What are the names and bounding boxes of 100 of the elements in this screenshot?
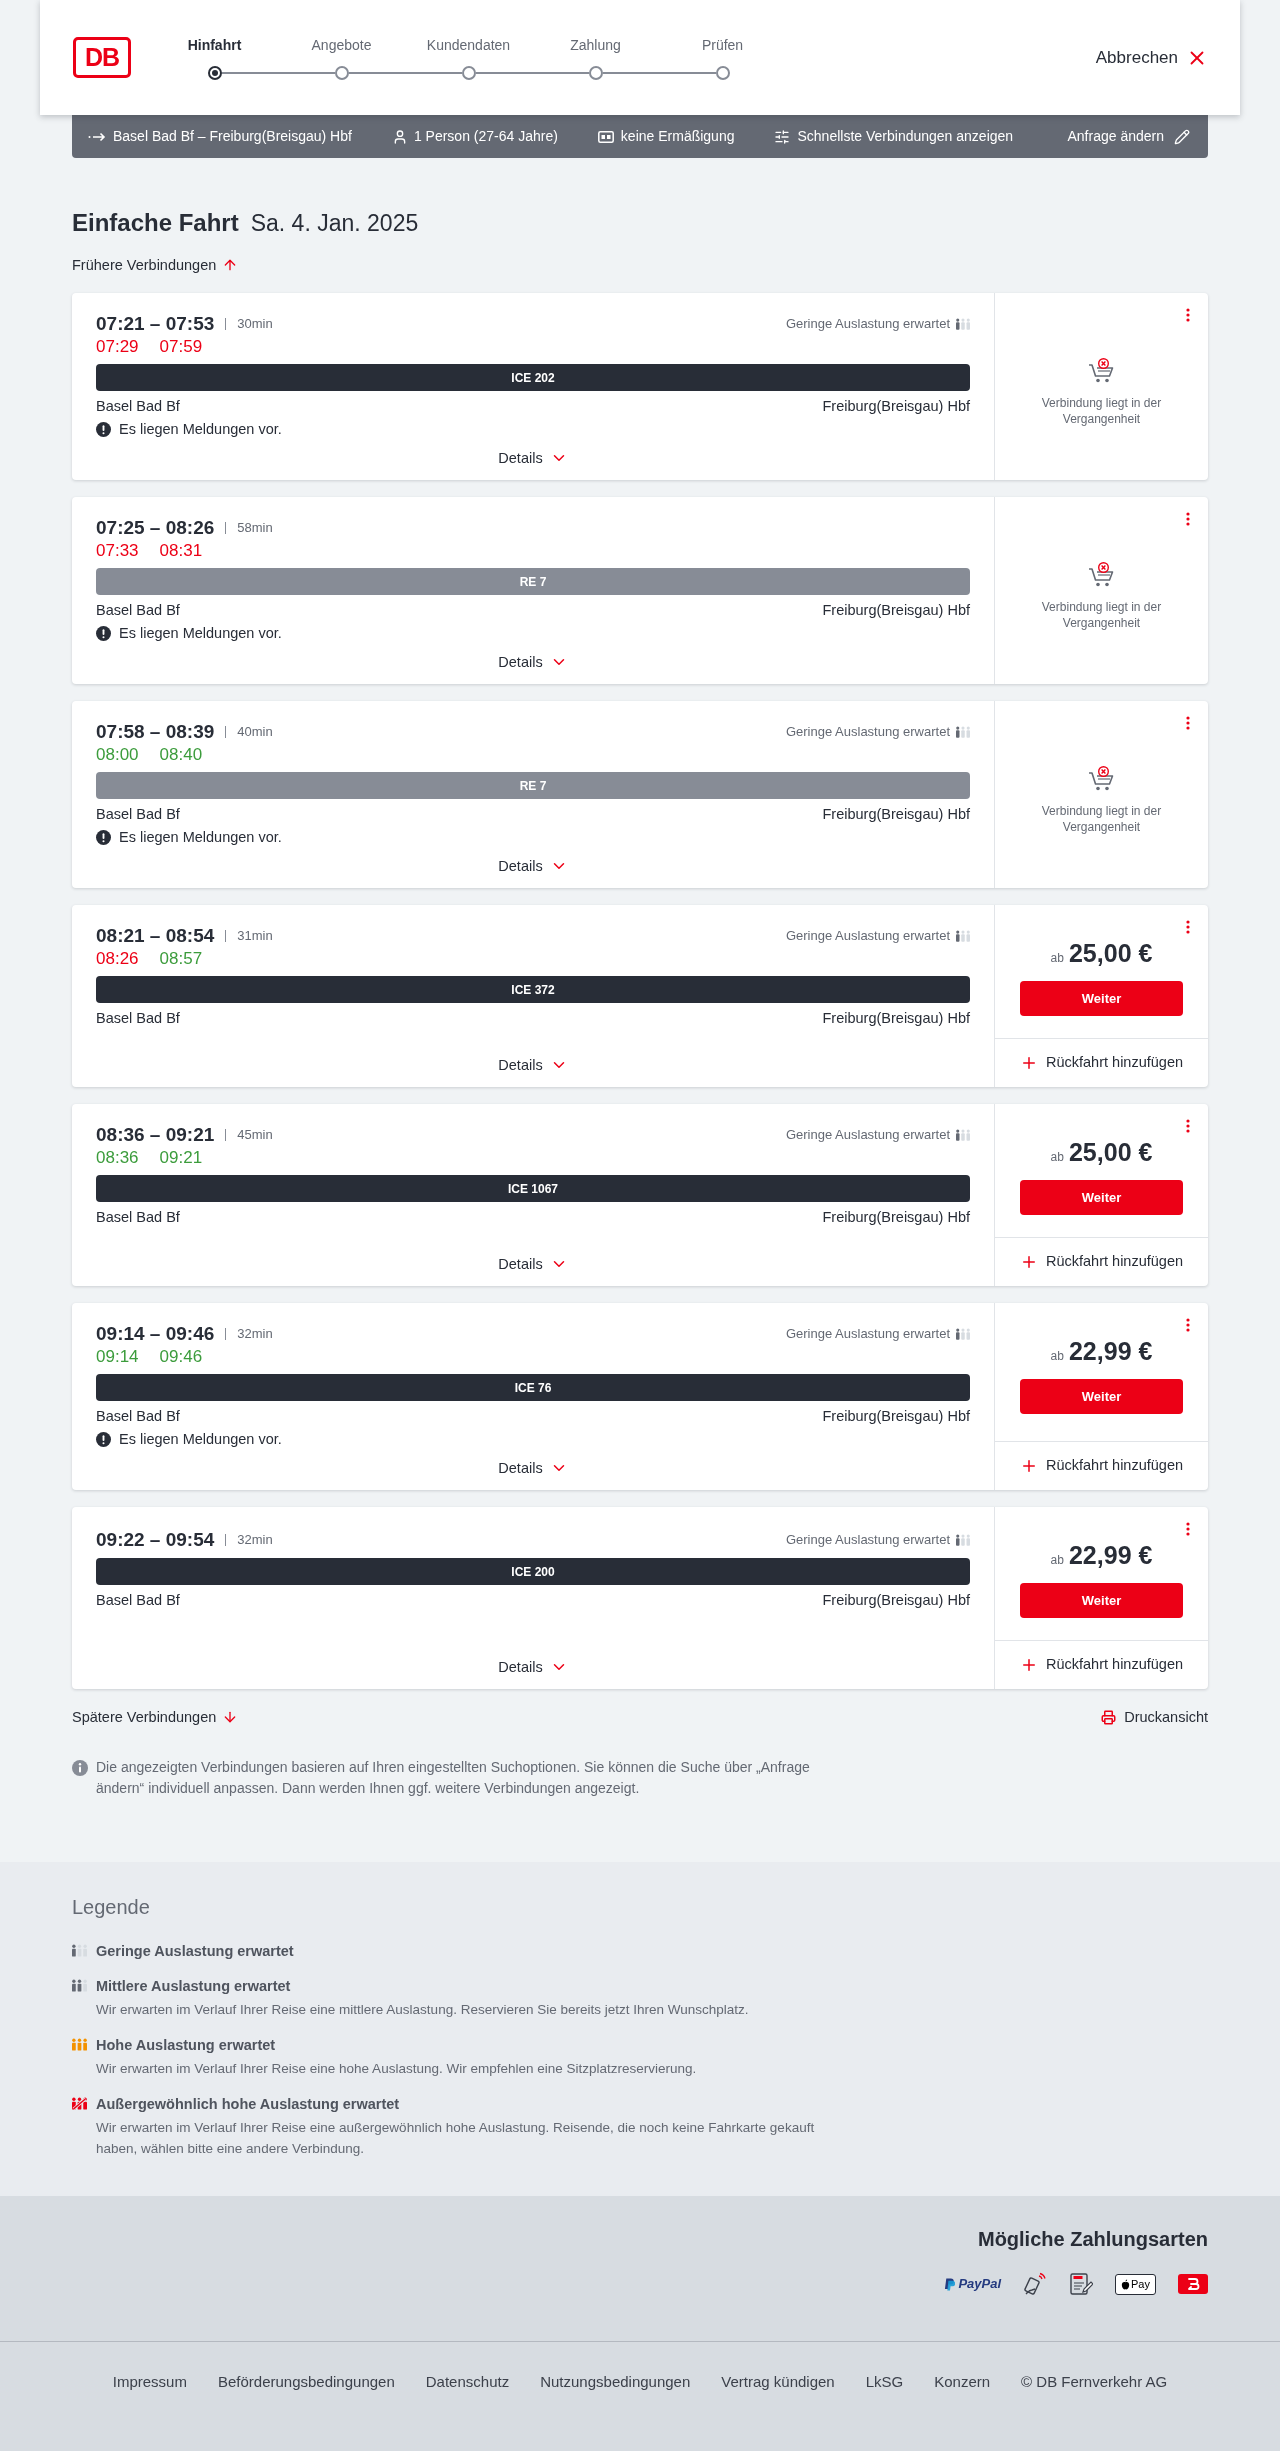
cancel-button[interactable]: Abbrechen — [1095, 44, 1208, 71]
people-icon — [956, 318, 970, 330]
add-return-trip-button[interactable]: Rückfahrt hinzufügen — [995, 1237, 1208, 1286]
departure-station: Basel Bad Bf — [96, 1407, 180, 1426]
journey-duration: 32min — [237, 1325, 273, 1343]
past-connection-note: Verbindung liegt in der Vergangenheit — [1040, 599, 1163, 631]
details-button[interactable]: Details — [498, 1458, 568, 1478]
details-button[interactable]: Details — [498, 1055, 568, 1075]
apple-icon — [1121, 2278, 1131, 2290]
realtime-time: 08:57 — [159, 948, 203, 970]
arrival-station: Freiburg(Breisgau) Hbf — [822, 1208, 970, 1227]
price-prefix: ab — [1050, 1552, 1064, 1569]
details-button[interactable]: Details — [498, 652, 568, 672]
departure-station: Basel Bad Bf — [96, 1009, 180, 1028]
details-button[interactable]: Details — [498, 1657, 568, 1677]
sorting-text: Schnellste Verbindungen anzeigen — [797, 127, 1014, 146]
continue-button[interactable]: Weiter — [1020, 1180, 1183, 1215]
message-text: Es liegen Meldungen vor. — [119, 420, 282, 439]
train-bar: ICE 372 — [96, 976, 970, 1003]
journey-duration: 32min — [237, 1531, 273, 1549]
journey-times: 07:21 – 07:53 — [96, 312, 215, 336]
arrival-station: Freiburg(Breisgau) Hbf — [822, 1009, 970, 1028]
legend-item-description: Wir erwarten im Verlauf Ihrer Reise eine außergewöhnlich hohe Auslastung. Reisende, die noch keine Fahrkarte gekauft haben, wählen bitte eine andere Verbindung. — [96, 2119, 816, 2158]
journey-duration: 58min — [237, 519, 273, 537]
footer-link[interactable]: Impressum — [112, 2372, 187, 2392]
footer-link[interactable]: Nutzungsbedingungen — [540, 2372, 691, 2392]
message-text: Es liegen Meldungen vor. — [119, 828, 282, 847]
journey-duration: 30min — [237, 315, 273, 333]
occupancy-label: Geringe Auslastung erwartet — [785, 1325, 950, 1343]
details-button[interactable]: Details — [498, 1254, 568, 1274]
arrival-station: Freiburg(Breisgau) Hbf — [822, 1591, 970, 1610]
arrival-station: Freiburg(Breisgau) Hbf — [822, 805, 970, 824]
alert-icon — [96, 829, 111, 845]
price: 22,99 € — [1068, 1540, 1153, 1570]
legend-item-description: Wir erwarten im Verlauf Ihrer Reise eine hohe Auslastung. Wir empfehlen eine Sitzplatzreservierung. — [96, 2060, 697, 2078]
price: 22,99 € — [1068, 1336, 1153, 1366]
step-label: Hinfahrt — [187, 36, 242, 55]
edit-request-button[interactable]: Anfrage ändern — [1067, 126, 1190, 147]
price-prefix: ab — [1050, 950, 1064, 967]
details-button[interactable]: Details — [498, 448, 568, 468]
journey-times: 07:58 – 08:39 — [96, 720, 215, 744]
people-icon — [956, 930, 970, 942]
page-title: Einfache Fahrt — [72, 208, 239, 238]
print-view-link[interactable]: Druckansicht — [1101, 1707, 1208, 1727]
journey-times: 09:14 – 09:46 — [96, 1322, 215, 1346]
arrow-right-icon — [88, 131, 106, 142]
footer-link[interactable]: Konzern — [934, 2372, 991, 2392]
people-icon — [72, 1979, 87, 1992]
paypal-label: PayPal — [958, 2275, 1002, 2294]
details-button[interactable]: Details — [498, 856, 568, 876]
realtime-time: 08:40 — [159, 744, 203, 766]
more-vertical-icon — [1186, 1318, 1190, 1332]
continue-button[interactable]: Weiter — [1020, 1583, 1183, 1618]
realtime-time: 07:33 — [96, 540, 139, 562]
past-connection-note: Verbindung liegt in der Vergangenheit — [1040, 395, 1163, 427]
people-icon — [956, 726, 970, 738]
add-return-trip-button[interactable]: Rückfahrt hinzufügen — [995, 1441, 1208, 1490]
plus-icon — [1020, 1656, 1038, 1674]
footer-link[interactable]: LkSG — [865, 2372, 904, 2392]
people-icon — [956, 1328, 970, 1340]
occupancy-label: Geringe Auslastung erwartet — [785, 723, 950, 741]
footer-link[interactable]: Beförderungsbedingungen — [217, 2372, 395, 2392]
footer-link[interactable]: Datenschutz — [425, 2372, 510, 2392]
more-vertical-icon — [1186, 1119, 1190, 1133]
realtime-time: 09:14 — [96, 1346, 139, 1368]
apple-pay-label: Pay — [1131, 2278, 1150, 2290]
journey-times: 07:25 – 08:26 — [96, 516, 215, 540]
journey-times: 08:36 – 09:21 — [96, 1123, 215, 1147]
add-return-trip-button[interactable]: Rückfahrt hinzufügen — [995, 1640, 1208, 1689]
alert-icon — [96, 625, 111, 641]
realtime-time: 08:26 — [96, 948, 139, 970]
people-icon — [72, 2097, 87, 2110]
add-return-trip-button[interactable]: Rückfahrt hinzufügen — [995, 1038, 1208, 1087]
departure-station: Basel Bad Bf — [96, 601, 180, 620]
cart-cross-icon — [1087, 562, 1116, 588]
cart-cross-icon — [1087, 358, 1116, 384]
legend-item-title: Außergewöhnlich hohe Auslastung erwartet — [96, 2095, 401, 2114]
arrival-station: Freiburg(Breisgau) Hbf — [822, 397, 970, 416]
departure-station: Basel Bad Bf — [96, 1208, 180, 1227]
earlier-connections-link[interactable]: Frühere Verbindungen — [72, 255, 239, 275]
price-prefix: ab — [1050, 1149, 1064, 1166]
price: 25,00 € — [1068, 938, 1153, 968]
train-bar: RE 7 — [96, 772, 970, 799]
copyright-text: © DB Fernverkehr AG — [1021, 2372, 1168, 2392]
realtime-time: 09:46 — [159, 1346, 203, 1368]
info-note: Die angezeigten Verbindungen basieren auf Ihren eingestellten Suchoptionen. Sie können die Suche über „Anfrage ändern“ individuell anpassen. Dann werden Ihnen ggf. weitere Verbindungen angezeigt. — [96, 1758, 811, 1798]
price-prefix: ab — [1050, 1348, 1064, 1365]
continue-button[interactable]: Weiter — [1020, 1379, 1183, 1414]
plus-icon — [1020, 1457, 1038, 1475]
people-icon — [72, 2038, 87, 2051]
discount-text: keine Ermäßigung — [620, 127, 735, 146]
arrival-station: Freiburg(Breisgau) Hbf — [822, 1407, 970, 1426]
continue-button[interactable]: Weiter — [1020, 981, 1183, 1016]
payment-title: Mögliche Zahlungsarten — [977, 2227, 1208, 2252]
more-vertical-icon — [1186, 920, 1190, 934]
travel-date: Sa. 4. Jan. 2025 — [250, 209, 419, 238]
footer-link[interactable]: Vertrag kündigen — [721, 2372, 835, 2392]
pencil-icon — [1174, 128, 1190, 145]
later-connections-link[interactable]: Spätere Verbindungen — [72, 1707, 239, 1727]
message-text: Es liegen Meldungen vor. — [119, 624, 282, 643]
